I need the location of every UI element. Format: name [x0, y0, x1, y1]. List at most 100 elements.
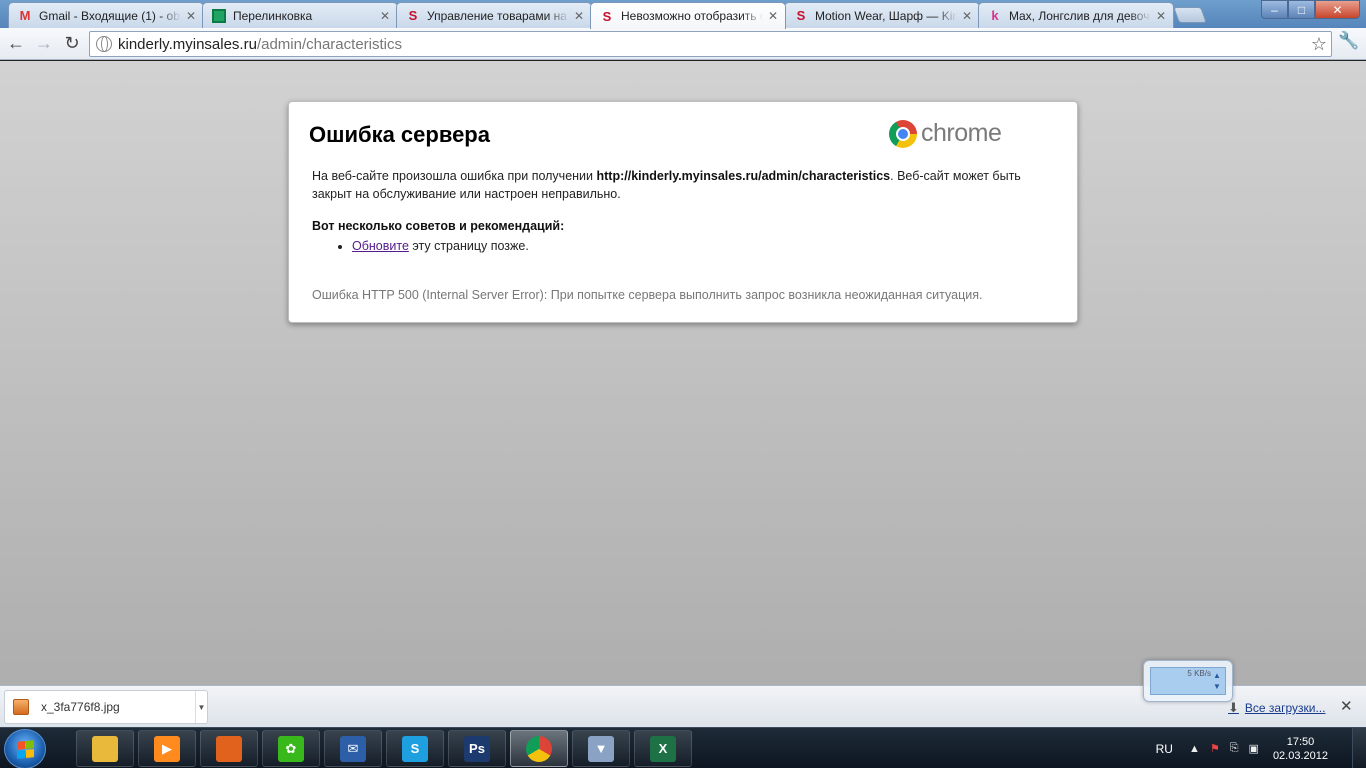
download-arrow-icon: ⬇ [1228, 700, 1239, 715]
tab-max-longsleeve[interactable]: k Max, Лонгслив для девочки ✕ [978, 2, 1174, 28]
tab-error-page[interactable]: S Невозможно отобразить страницу ✕ [590, 2, 786, 29]
new-tab-button[interactable] [1173, 7, 1207, 23]
network-icon[interactable]: ▣ [1249, 742, 1259, 755]
tab-strip: M Gmail - Входящие (1) - obn ✕ Перелинко… [0, 0, 1366, 29]
show-desktop-button[interactable] [1352, 728, 1366, 768]
close-shelf-icon[interactable]: ✕ [1340, 697, 1353, 715]
error-message: На веб-сайте произошла ошибка при получе… [312, 167, 1060, 203]
excel-icon: X [650, 735, 676, 762]
icq-icon: ✿ [278, 735, 304, 762]
tips-list: Обновите эту страницу позже. [334, 239, 529, 253]
back-button[interactable]: ← [4, 32, 28, 56]
browser-toolbar: ← → ↻ kinderly.myinsales.ru/admin/charac… [0, 28, 1366, 60]
download-item[interactable]: x_3fa776f8.jpg ▼ [4, 690, 208, 724]
gmail-icon: M [19, 8, 31, 23]
tab-title: Невозможно отобразить страницу [621, 9, 763, 23]
download-manager-icon: ▼ [588, 735, 614, 762]
tab-close-icon[interactable]: ✕ [1155, 9, 1167, 23]
insales-icon: S [796, 8, 806, 23]
windows-logo-icon [16, 739, 34, 759]
tab-close-icon[interactable]: ✕ [573, 9, 585, 23]
tab-title: Motion Wear, Шарф — Kinderly [815, 8, 957, 23]
reload-link[interactable]: Обновите [352, 239, 409, 253]
tab-close-icon[interactable]: ✕ [767, 9, 779, 23]
bookmark-star-icon[interactable]: ☆ [1311, 34, 1327, 55]
address-bar[interactable]: kinderly.myinsales.ru/admin/characterist… [89, 31, 1332, 57]
taskbar-app-orange-button[interactable] [200, 730, 258, 767]
minimize-button[interactable]: – [1261, 0, 1288, 19]
system-tray: RU ▲ ⚑ ⎘ ▣ 17:50 02.03.2012 [1156, 728, 1366, 768]
tab-perelinkovka[interactable]: Перелинковка ✕ [202, 2, 398, 28]
tips-heading: Вот несколько советов и рекомендаций: [312, 219, 565, 233]
clock[interactable]: 17:50 02.03.2012 [1273, 735, 1328, 763]
all-downloads-label[interactable]: Все загрузки... [1245, 701, 1326, 715]
skype-icon: S [402, 735, 428, 762]
forward-button[interactable]: → [32, 32, 56, 56]
taskbar-thunderbird-button[interactable]: ✉ [324, 730, 382, 767]
chevron-down-icon[interactable]: ▼ [195, 691, 207, 723]
reload-icon: ↻ [64, 33, 80, 53]
tab-gmail[interactable]: M Gmail - Входящие (1) - obn ✕ [8, 2, 204, 28]
tab-motion-wear[interactable]: S Motion Wear, Шарф — Kinderly ✕ [784, 2, 980, 28]
globe-icon [96, 36, 112, 52]
taskbar-chrome-button[interactable] [510, 730, 568, 767]
error-message-url: http://kinderly.myinsales.ru/admin/chara… [596, 169, 891, 183]
start-button[interactable] [4, 729, 46, 768]
taskbar-explorer-button[interactable] [76, 730, 134, 767]
close-window-button[interactable]: ✕ [1315, 0, 1360, 19]
tab-close-icon[interactable]: ✕ [379, 9, 391, 23]
chrome-icon [526, 735, 552, 762]
tab-title: Перелинковка [233, 8, 313, 23]
taskbar: ▶ ✿ ✉ S Ps ▼ X RU ▲ ⚑ ⎘ ▣ 17:50 02.03.2012 [0, 727, 1366, 768]
clock-date: 02.03.2012 [1272, 749, 1328, 762]
action-center-flag-icon[interactable]: ⚑ [1210, 742, 1220, 755]
show-hidden-icons-icon[interactable]: ▲ [1189, 743, 1200, 755]
network-speed: 5 KB/s [1187, 669, 1211, 678]
tab-product-management[interactable]: S Управление товарами на сайте ✕ [396, 2, 592, 28]
insales-icon: S [602, 8, 612, 24]
chrome-logo-icon [889, 119, 917, 148]
error-code: Ошибка HTTP 500 (Internal Server Error):… [312, 288, 983, 302]
image-file-icon [13, 699, 29, 715]
scroll-arrows-icon[interactable]: ▲ ▼ [1213, 670, 1223, 692]
forward-arrow-icon: → [35, 33, 53, 53]
taskbar-media-player-button[interactable]: ▶ [138, 730, 196, 767]
taskbar-photoshop-button[interactable]: Ps [448, 730, 506, 767]
download-filename: x_3fa776f8.jpg [41, 700, 120, 714]
all-downloads-link[interactable]: ⬇ Все загрузки... [1228, 700, 1325, 716]
url-text: kinderly.myinsales.ru/admin/characterist… [118, 36, 402, 53]
explorer-icon [92, 735, 118, 762]
tip-item: Обновите эту страницу позже. [352, 239, 529, 253]
tip-text: эту страницу позже. [408, 239, 529, 253]
error-title: Ошибка сервера [309, 122, 490, 147]
clock-time: 17:50 [1286, 735, 1315, 748]
error-message-prefix: На веб-сайте произошла ошибка при получе… [312, 169, 597, 183]
maximize-button[interactable]: □ [1288, 0, 1315, 19]
usb-device-icon[interactable]: ⎘ [1230, 742, 1239, 755]
tab-close-icon[interactable]: ✕ [185, 9, 197, 23]
network-monitor-widget[interactable]: 5 KB/s ▲ ▼ [1143, 660, 1233, 702]
sheets-icon [211, 8, 227, 24]
language-indicator[interactable]: RU [1156, 742, 1173, 756]
insales-icon: S [408, 8, 418, 23]
taskbar-skype-button[interactable]: S [386, 730, 444, 767]
taskbar-excel-button[interactable]: X [634, 730, 692, 767]
back-arrow-icon: ← [7, 33, 25, 53]
wrench-menu-icon[interactable]: 🔧 [1338, 31, 1359, 51]
app-orange-icon [216, 735, 242, 762]
network-graph: 5 KB/s ▲ ▼ [1150, 667, 1226, 695]
page-content: Ошибка сервера chrome На веб-сайте произ… [0, 61, 1366, 685]
chrome-wordmark: chrome [921, 119, 1002, 147]
taskbar-icq-button[interactable]: ✿ [262, 730, 320, 767]
reload-button[interactable]: ↻ [60, 32, 84, 56]
window-controls: – □ ✕ [1261, 0, 1360, 19]
url-domain: kinderly.myinsales.ru [118, 35, 257, 53]
tab-title: Gmail - Входящие (1) - obn [39, 8, 181, 23]
error-box: Ошибка сервера chrome На веб-сайте произ… [288, 101, 1078, 323]
chrome-logo: chrome [889, 119, 1002, 148]
media-player-icon: ▶ [154, 735, 180, 762]
tab-close-icon[interactable]: ✕ [961, 9, 973, 23]
thunderbird-icon: ✉ [340, 735, 366, 762]
tab-title: Max, Лонгслив для девочки [1009, 8, 1151, 23]
taskbar-download-manager-button[interactable]: ▼ [572, 730, 630, 767]
